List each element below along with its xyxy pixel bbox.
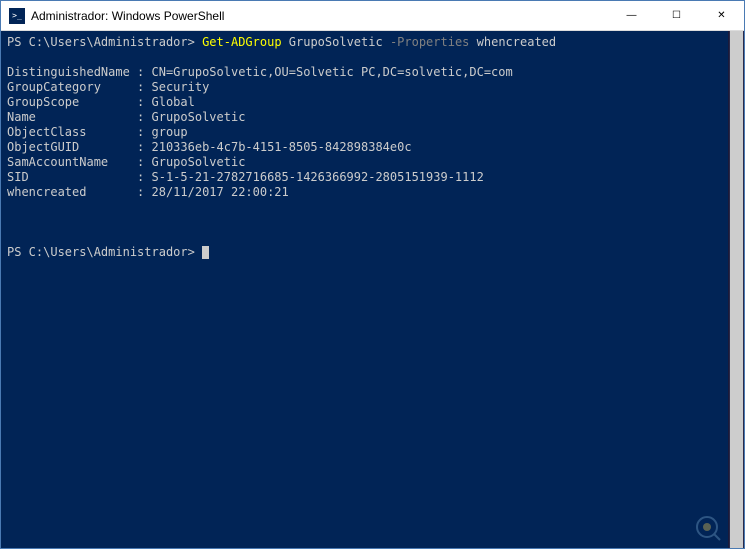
prompt-path: PS C:\Users\Administrador> — [7, 35, 202, 49]
output-line: GroupScope : Global — [7, 95, 738, 110]
window-title: Administrador: Windows PowerShell — [31, 9, 609, 23]
prompt-path: PS C:\Users\Administrador> — [7, 245, 202, 259]
cmdlet-value: whencreated — [469, 35, 556, 49]
output-line: Name : GrupoSolvetic — [7, 110, 738, 125]
cursor — [202, 246, 209, 259]
command-line-2: PS C:\Users\Administrador> — [7, 245, 738, 260]
scrollbar[interactable] — [728, 31, 744, 548]
cmdlet-parameter: -Properties — [390, 35, 469, 49]
output-line: ObjectClass : group — [7, 125, 738, 140]
output-line — [7, 200, 738, 215]
titlebar[interactable]: Administrador: Windows PowerShell — ☐ ✕ — [1, 1, 744, 31]
command-line-1: PS C:\Users\Administrador> Get-ADGroup G… — [7, 35, 738, 50]
output-line — [7, 50, 738, 65]
output-line: SamAccountName : GrupoSolvetic — [7, 155, 738, 170]
command-output: DistinguishedName : CN=GrupoSolvetic,OU=… — [7, 50, 738, 245]
output-line — [7, 230, 738, 245]
output-line: GroupCategory : Security — [7, 80, 738, 95]
output-line: ObjectGUID : 210336eb-4c7b-4151-8505-842… — [7, 140, 738, 155]
powershell-icon — [9, 8, 25, 24]
output-line: DistinguishedName : CN=GrupoSolvetic,OU=… — [7, 65, 738, 80]
watermark-icon — [692, 512, 722, 542]
output-line: whencreated : 28/11/2017 22:00:21 — [7, 185, 738, 200]
cmdlet-argument: GrupoSolvetic — [282, 35, 390, 49]
close-button[interactable]: ✕ — [699, 1, 744, 30]
output-line — [7, 215, 738, 230]
window-controls: — ☐ ✕ — [609, 1, 744, 30]
minimize-button[interactable]: — — [609, 1, 654, 30]
maximize-button[interactable]: ☐ — [654, 1, 699, 30]
powershell-window: Administrador: Windows PowerShell — ☐ ✕ … — [0, 0, 745, 549]
terminal-area[interactable]: PS C:\Users\Administrador> Get-ADGroup G… — [1, 31, 744, 548]
output-line: SID : S-1-5-21-2782716685-1426366992-280… — [7, 170, 738, 185]
scrollbar-thumb[interactable] — [730, 31, 743, 548]
cmdlet-name: Get-ADGroup — [202, 35, 281, 49]
